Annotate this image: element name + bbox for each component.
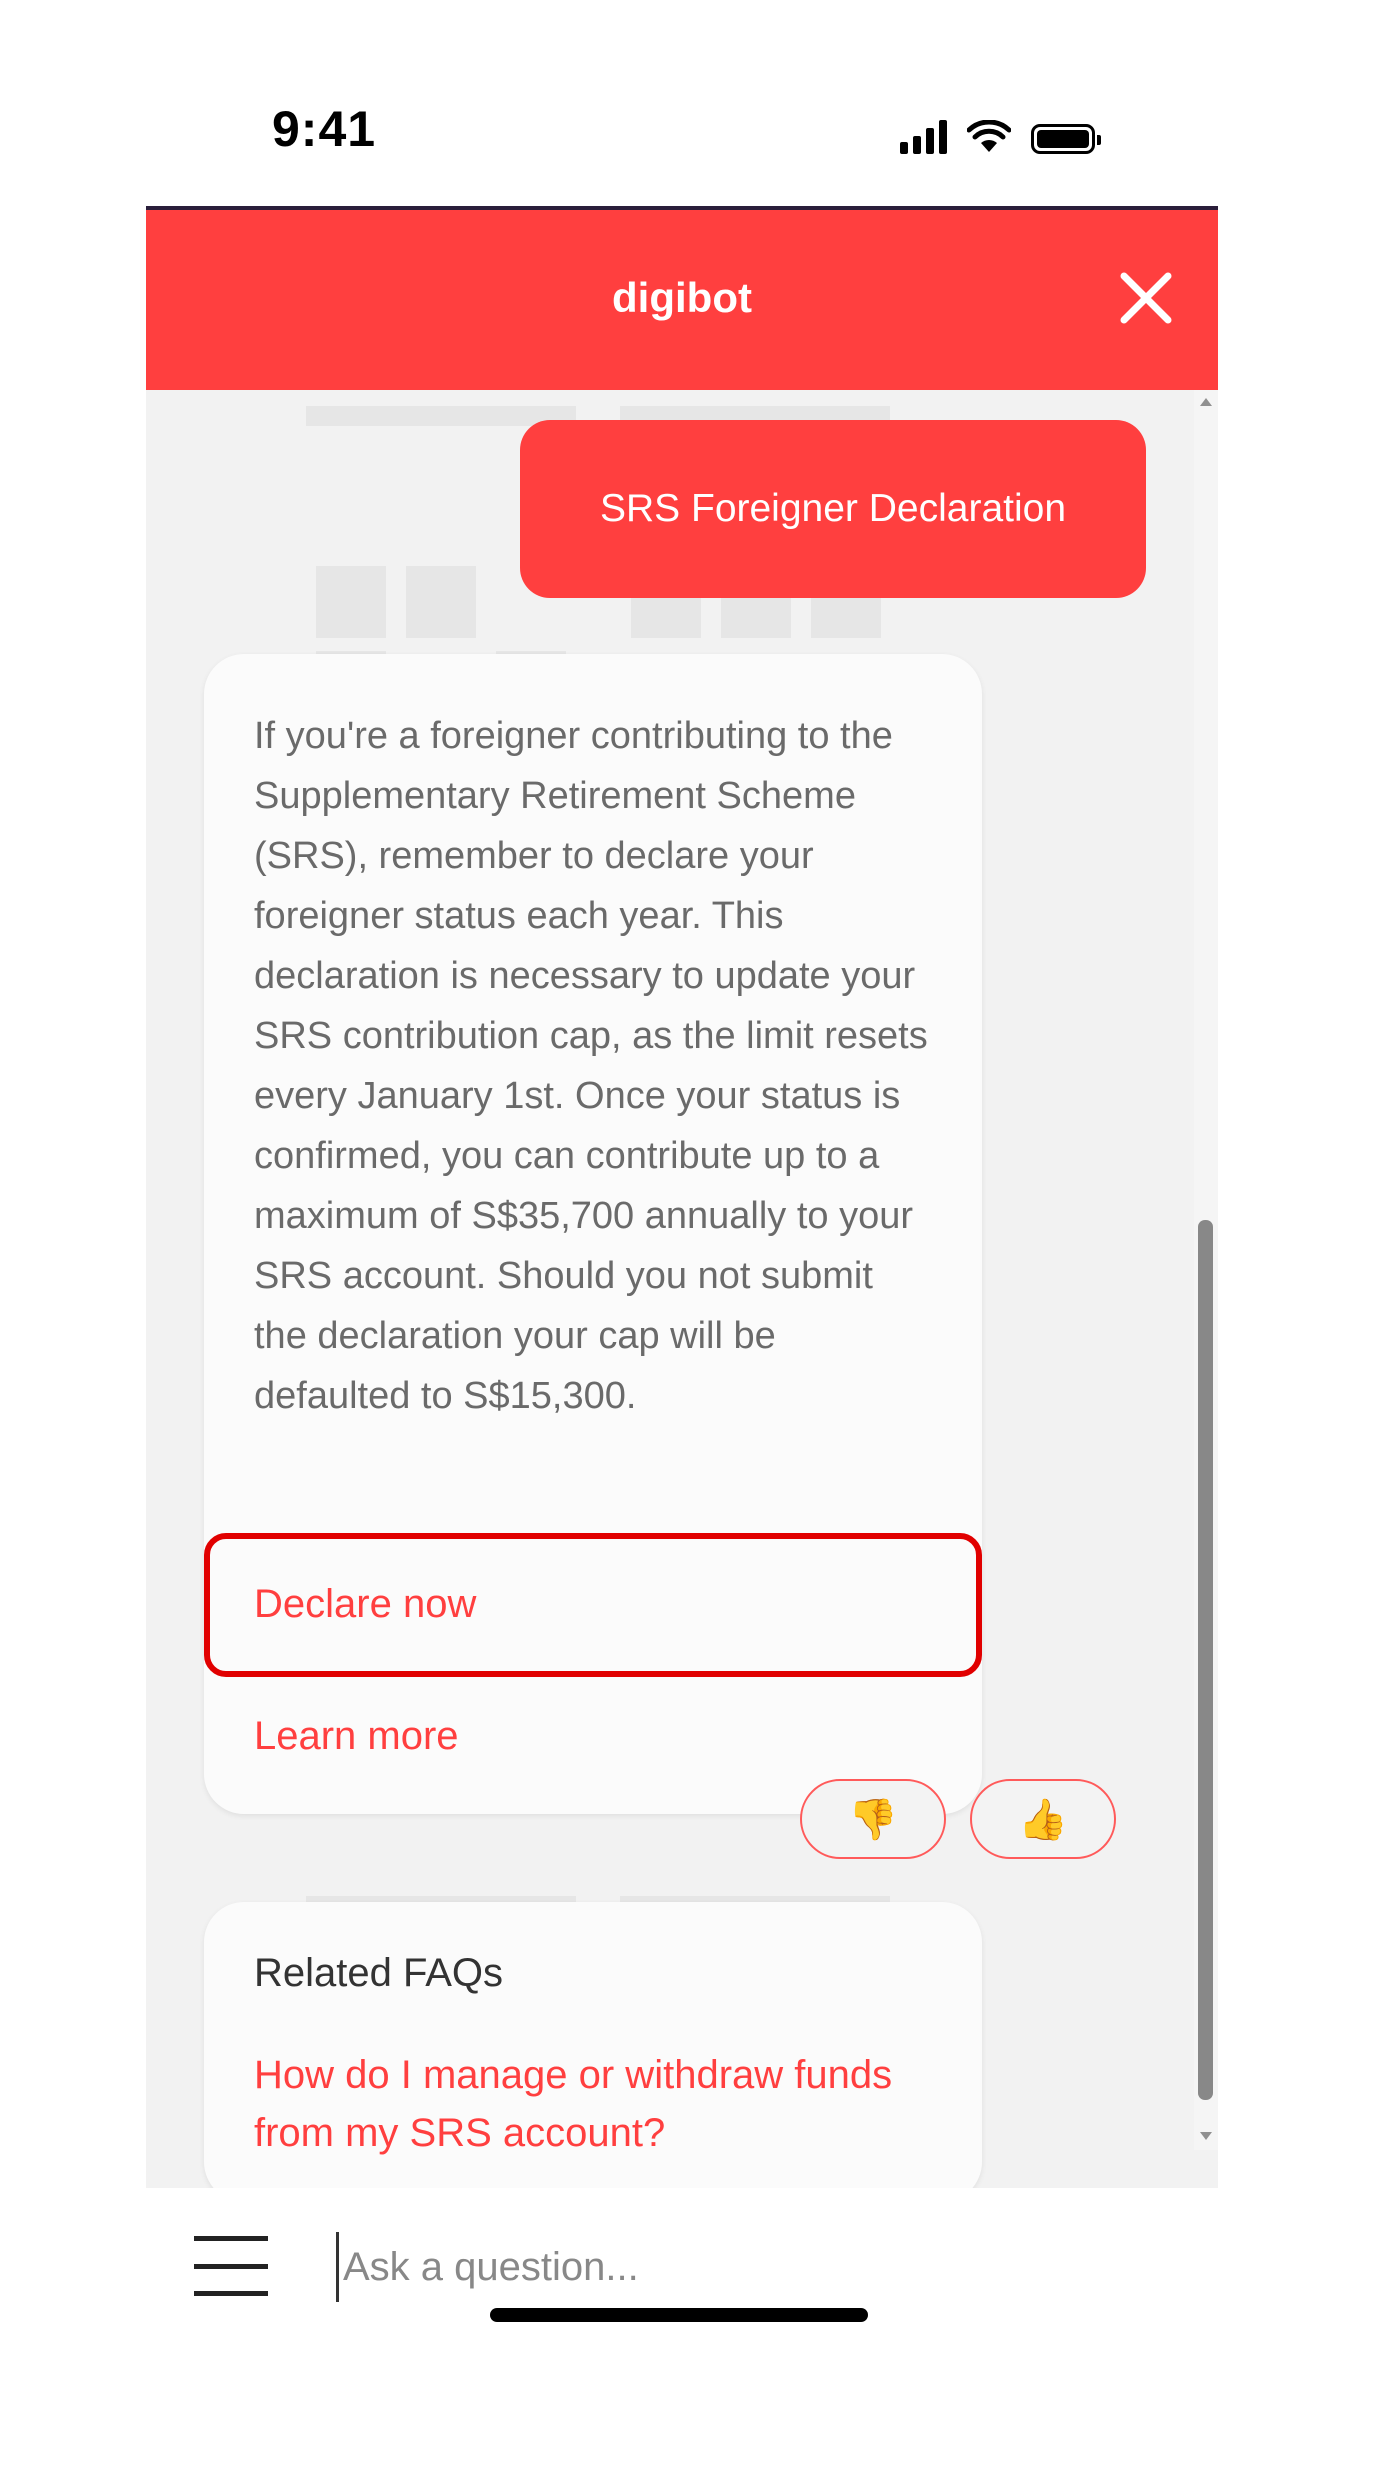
thumbs-down-button[interactable]: 👎 (800, 1779, 946, 1859)
chat-title: digibot (612, 274, 752, 321)
declare-now-link[interactable]: Declare now (254, 1582, 476, 1627)
hamburger-menu-icon[interactable] (194, 2236, 268, 2296)
signal-icon (900, 118, 947, 154)
thumbs-up-button[interactable]: 👍 (970, 1779, 1116, 1859)
home-indicator (490, 2308, 868, 2322)
chat-header: digibot (146, 206, 1218, 390)
scrollbar[interactable] (1194, 390, 1218, 2150)
thumbs-up-icon: 👍 (1018, 1797, 1068, 1842)
input-bar (146, 2188, 1218, 2388)
close-icon[interactable] (1114, 266, 1178, 330)
thumbs-down-icon: 👎 (848, 1797, 898, 1842)
battery-icon (1031, 124, 1101, 154)
faq-question-link[interactable]: How do I manage or withdraw funds from m… (254, 2046, 894, 2162)
status-time: 9:41 (272, 101, 377, 157)
ask-question-input[interactable] (336, 2232, 1143, 2302)
bot-message-text: If you're a foreigner contributing to th… (254, 715, 928, 1417)
scroll-down-arrow-icon[interactable] (1200, 2132, 1212, 2140)
wifi-icon (967, 120, 1011, 152)
learn-more-link[interactable]: Learn more (254, 1714, 459, 1759)
related-faqs-heading: Related FAQs (254, 1951, 504, 1995)
scroll-up-arrow-icon[interactable] (1200, 398, 1212, 406)
scrollbar-thumb[interactable] (1198, 1220, 1213, 2100)
status-icons (900, 110, 1101, 154)
user-message-bubble: SRS Foreigner Declaration (520, 420, 1146, 598)
